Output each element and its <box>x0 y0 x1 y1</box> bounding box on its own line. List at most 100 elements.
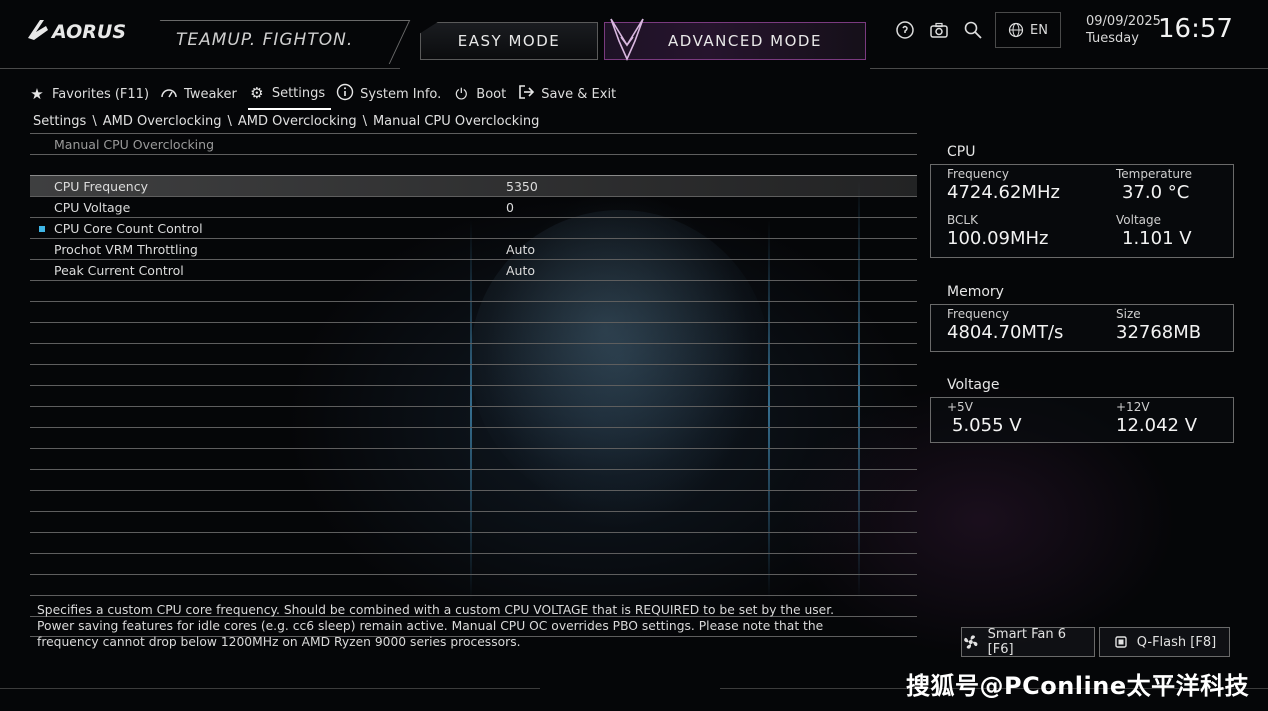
cpu-panel: Frequency 4724.62MHz Temperature 37.0 °C… <box>930 164 1234 258</box>
cpu-frequency-value: 4724.62MHz <box>947 182 1060 203</box>
setting-cpu-frequency[interactable]: CPU Frequency 5350 <box>30 175 917 196</box>
menu-label: Favorites (F11) <box>52 86 150 102</box>
top-bar: AORUS TEAMUP. FIGHTON. EASY MODE ADVANCE… <box>0 0 1268 70</box>
table-row-empty <box>30 574 917 595</box>
table-row-empty <box>30 490 917 511</box>
smart-fan-button[interactable]: Smart Fan 6 [F6] <box>961 627 1095 657</box>
section-title: Manual CPU Overclocking <box>54 137 215 152</box>
voltage-5v-value: 5.055 V <box>952 415 1022 436</box>
gear-icon: ⚙ <box>250 84 264 102</box>
header-divider <box>0 68 400 69</box>
breadcrumb-item[interactable]: AMD Overclocking <box>238 114 357 129</box>
table-row-empty <box>30 427 917 448</box>
section-header: Manual CPU Overclocking <box>30 133 917 154</box>
menu-label: Settings <box>271 85 326 101</box>
table-row-empty <box>30 301 917 322</box>
memory-panel: Frequency 4804.70MT/s Size 32768MB <box>930 304 1234 352</box>
eagle-mask-icon <box>610 18 644 61</box>
breadcrumb-item[interactable]: AMD Overclocking <box>103 114 222 129</box>
cpu-frequency: Frequency 4724.62MHz <box>947 167 1060 203</box>
table-row-empty <box>30 385 917 406</box>
breadcrumb-item[interactable]: Settings <box>33 114 86 129</box>
breadcrumb-item: Manual CPU Overclocking <box>372 114 540 129</box>
table-row-empty <box>30 532 917 553</box>
easy-mode-button[interactable]: EASY MODE <box>420 22 598 60</box>
cpu-voltage-value: 1.101 V <box>1122 228 1192 249</box>
memory-frequency: Frequency 4804.70MT/s <box>947 307 1063 343</box>
memory-size: Size 32768MB <box>1116 307 1201 343</box>
help-icon[interactable] <box>894 20 915 41</box>
qflash-label: Q-Flash [F8] <box>1136 634 1217 650</box>
setting-prochot-vrm-throttling[interactable]: Prochot VRM Throttling Auto <box>30 238 917 259</box>
exit-icon <box>517 83 535 105</box>
voltage-panel: +5V 5.055 V +12V 12.042 V <box>930 397 1234 443</box>
memory-panel-title: Memory <box>947 284 1004 300</box>
search-icon[interactable] <box>962 20 983 41</box>
menu-boot[interactable]: ⏻ Boot <box>452 83 512 110</box>
setting-value[interactable]: Auto <box>506 242 535 257</box>
top-icons <box>894 20 983 41</box>
table-row-empty <box>30 469 917 490</box>
fan-icon <box>964 635 978 649</box>
power-icon: ⏻ <box>455 85 468 103</box>
menu-save-exit[interactable]: Save & Exit <box>517 83 622 110</box>
date: 09/09/2025 <box>1086 14 1161 29</box>
settings-table: Manual CPU Overclocking CPU Frequency 53… <box>30 133 917 637</box>
setting-cpu-voltage[interactable]: CPU Voltage 0 <box>30 196 917 217</box>
help-description: Specifies a custom CPU core frequency. S… <box>37 603 835 649</box>
camera-icon[interactable] <box>928 20 949 41</box>
voltage-panel-title: Voltage <box>947 377 1000 393</box>
brand-text: AORUS <box>50 21 126 43</box>
language-selector[interactable]: EN <box>995 12 1061 48</box>
cpu-temperature-label: Temperature <box>1116 167 1193 181</box>
setting-label: Prochot VRM Throttling <box>54 242 198 257</box>
setting-peak-current-control[interactable]: Peak Current Control Auto <box>30 259 917 280</box>
setting-label: Peak Current Control <box>54 263 184 278</box>
breadcrumb-separator: \ <box>92 114 97 129</box>
cpu-frequency-label: Frequency <box>947 167 1009 181</box>
cpu-bclk-label: BCLK <box>947 213 978 227</box>
voltage-12v: +12V 12.042 V <box>1116 400 1197 436</box>
footer-divider <box>0 688 540 689</box>
chip-icon <box>1115 636 1127 648</box>
cpu-voltage-label: Voltage <box>1116 213 1162 227</box>
advanced-mode-button[interactable]: ADVANCED MODE <box>604 18 866 61</box>
memory-size-value: 32768MB <box>1116 322 1202 343</box>
setting-label: CPU Frequency <box>54 179 148 194</box>
table-row-empty <box>30 364 917 385</box>
menu-settings[interactable]: ⚙ Settings <box>247 83 332 110</box>
aorus-logo: AORUS <box>26 16 138 44</box>
submenu-bullet-icon <box>39 226 45 232</box>
qflash-button[interactable]: Q-Flash [F8] <box>1099 627 1230 657</box>
date-display: 09/09/2025 Tuesday <box>1086 13 1161 47</box>
cpu-bclk: BCLK 100.09MHz <box>947 213 1049 249</box>
speedometer-icon <box>160 85 178 103</box>
setting-value[interactable]: 0 <box>506 200 514 215</box>
cpu-panel-title: CPU <box>947 144 976 160</box>
voltage-5v: +5V 5.055 V <box>947 400 1022 436</box>
breadcrumb: Settings \ AMD Overclocking \ AMD Overclocki… <box>33 114 539 129</box>
setting-value[interactable]: 5350 <box>506 179 538 194</box>
language-label: EN <box>1030 22 1048 38</box>
table-row-empty <box>30 511 917 532</box>
menu-favorites[interactable]: ★ Favorites (F11) <box>28 83 155 110</box>
breadcrumb-separator: \ <box>362 114 367 129</box>
table-row-empty <box>30 406 917 427</box>
menu-system-info[interactable]: System Info. <box>336 83 447 110</box>
tagline: TEAMUP. FIGHTON. <box>176 30 354 50</box>
watermark: 搜狐号@PConline太平洋科技 <box>906 672 1250 700</box>
main-menu: ★ Favorites (F11) Tweaker ⚙ Settings Sys… <box>28 83 627 110</box>
table-row-empty <box>30 448 917 469</box>
menu-tweaker[interactable]: Tweaker <box>160 83 243 110</box>
voltage-5v-label: +5V <box>947 400 973 414</box>
weekday: Tuesday <box>1086 31 1139 46</box>
table-row-empty <box>30 322 917 343</box>
menu-label: Tweaker <box>184 86 237 102</box>
info-icon <box>336 83 354 105</box>
memory-frequency-label: Frequency <box>947 307 1009 321</box>
advanced-mode-label: ADVANCED MODE <box>668 32 822 50</box>
cpu-temperature: Temperature 37.0 °C <box>1116 167 1192 203</box>
setting-value[interactable]: Auto <box>506 263 535 278</box>
setting-cpu-core-count-control[interactable]: CPU Core Count Control <box>30 217 917 238</box>
cpu-bclk-value: 100.09MHz <box>947 228 1049 249</box>
